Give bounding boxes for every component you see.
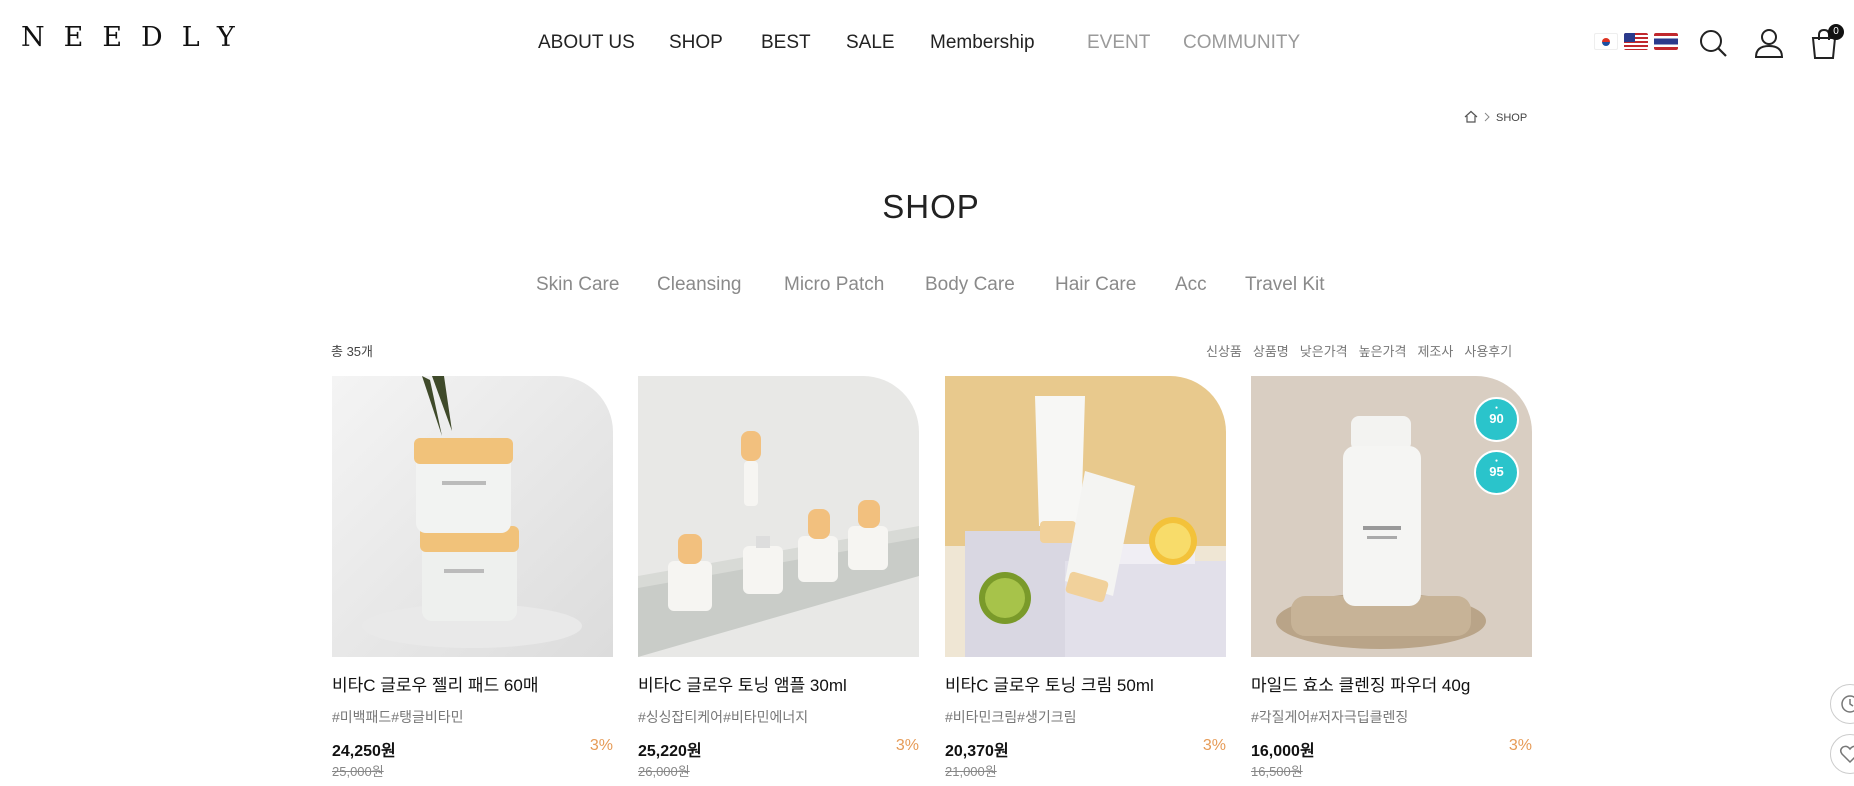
cart-icon[interactable]: 0 — [1807, 24, 1844, 60]
nav-shop[interactable]: SHOP — [669, 32, 723, 54]
sort-newest[interactable]: 신상품 — [1206, 341, 1242, 360]
breadcrumb-current: SHOP — [1496, 112, 1528, 124]
discount-rate: 3% — [1202, 737, 1226, 754]
clock-icon — [1841, 695, 1854, 713]
product-price: 16,000원 — [1251, 743, 1315, 760]
sort-high-price[interactable]: 높은가격 — [1359, 341, 1407, 360]
product-name[interactable]: 비타C 글로우 젤리 패드 60매 — [332, 671, 613, 696]
chevron-right-icon — [1484, 112, 1490, 125]
user-icon[interactable] — [1752, 26, 1786, 60]
product-tags: #싱싱잡티케어#비타민에너지 — [638, 709, 809, 725]
page-title: SHOP — [882, 188, 980, 225]
product-total-count: 총 35개 — [331, 344, 373, 359]
brand-logo[interactable]: NEEDLY — [21, 22, 254, 53]
original-price: 26,000원 — [638, 764, 690, 779]
recent-view-button[interactable] — [1830, 684, 1854, 724]
sort-name[interactable]: 상품명 — [1253, 341, 1289, 360]
product-image[interactable]: ● 90 ● 95 — [1251, 376, 1532, 657]
discount-rate: 3% — [589, 737, 613, 754]
breadcrumb: SHOP — [1464, 110, 1527, 126]
product-tags: #비타민크림#생기크림 — [945, 709, 1077, 725]
badge-value: 95 — [1489, 464, 1504, 479]
nav-membership[interactable]: Membership — [930, 32, 1035, 54]
original-price: 25,000원 — [332, 764, 384, 779]
heart-icon — [1839, 745, 1854, 764]
site-header: NEEDLY ABOUT US SHOP BEST SALE Membershi… — [0, 0, 1854, 86]
category-micro-patch[interactable]: Micro Patch — [784, 274, 884, 296]
nav-sale[interactable]: SALE — [846, 32, 895, 54]
product-tags: #각질게어#저자극딥클렌징 — [1251, 709, 1409, 725]
product-card[interactable]: 비타C 글로우 토닝 크림 50ml #비타민크림#생기크림 20,370원 3… — [945, 376, 1226, 780]
product-tags: #미백패드#탱글비타민 — [332, 709, 464, 725]
product-image[interactable] — [945, 376, 1226, 657]
korea-flag-icon[interactable] — [1594, 33, 1618, 50]
badge-value: 90 — [1489, 411, 1504, 426]
product-price: 20,370원 — [945, 743, 1009, 760]
original-price: 21,000원 — [945, 764, 997, 779]
product-card[interactable]: 비타C 글로우 토닝 앰플 30ml #싱싱잡티케어#비타민에너지 25,220… — [638, 376, 919, 780]
nav-best[interactable]: BEST — [761, 32, 811, 54]
nav-about-us[interactable]: ABOUT US — [538, 32, 635, 54]
product-name[interactable]: 비타C 글로우 토닝 크림 50ml — [945, 671, 1226, 696]
product-name[interactable]: 비타C 글로우 토닝 앰플 30ml — [638, 671, 919, 696]
nav-event[interactable]: EVENT — [1087, 32, 1150, 54]
category-skin-care[interactable]: Skin Care — [536, 274, 619, 296]
cart-count-badge: 0 — [1828, 24, 1844, 40]
product-card[interactable]: 비타C 글로우 젤리 패드 60매 #미백패드#탱글비타민 24,250원 3%… — [332, 376, 613, 780]
thailand-flag-icon[interactable] — [1654, 33, 1678, 50]
product-price: 25,220원 — [638, 743, 702, 760]
language-selector — [1594, 33, 1678, 50]
category-acc[interactable]: Acc — [1175, 274, 1207, 296]
product-card[interactable]: ● 90 ● 95 마일드 효소 클렌징 파우더 40g #각질게어#저자극딥클렌징… — [1251, 376, 1532, 780]
sort-options: 신상품 상품명 낮은가격 높은가격 제조사 사용후기 — [1206, 341, 1512, 360]
discount-badge: ● 90 — [1474, 397, 1519, 442]
price-row: 24,250원 3% — [332, 737, 613, 760]
search-icon[interactable] — [1696, 26, 1730, 60]
nav-community[interactable]: COMMUNITY — [1183, 32, 1300, 54]
product-image[interactable] — [638, 376, 919, 657]
sort-manufacturer[interactable]: 제조사 — [1417, 341, 1453, 360]
product-price: 24,250원 — [332, 743, 396, 760]
category-body-care[interactable]: Body Care — [925, 274, 1015, 296]
price-row: 20,370원 3% — [945, 737, 1226, 760]
price-row: 25,220원 3% — [638, 737, 919, 760]
category-travel-kit[interactable]: Travel Kit — [1245, 274, 1325, 296]
discount-rate: 3% — [1508, 737, 1532, 754]
product-name[interactable]: 마일드 효소 클렌징 파우더 40g — [1251, 671, 1532, 696]
sort-reviews[interactable]: 사용후기 — [1464, 341, 1512, 360]
home-icon[interactable] — [1464, 110, 1478, 126]
price-row: 16,000원 3% — [1251, 737, 1532, 760]
product-image[interactable] — [332, 376, 613, 657]
category-hair-care[interactable]: Hair Care — [1055, 274, 1136, 296]
original-price: 16,500원 — [1251, 764, 1303, 779]
category-cleansing[interactable]: Cleansing — [657, 274, 742, 296]
discount-rate: 3% — [895, 737, 919, 754]
sort-low-price[interactable]: 낮은가격 — [1300, 341, 1348, 360]
discount-badge: ● 95 — [1474, 450, 1519, 495]
usa-flag-icon[interactable] — [1624, 33, 1648, 50]
wishlist-button[interactable] — [1830, 734, 1854, 774]
